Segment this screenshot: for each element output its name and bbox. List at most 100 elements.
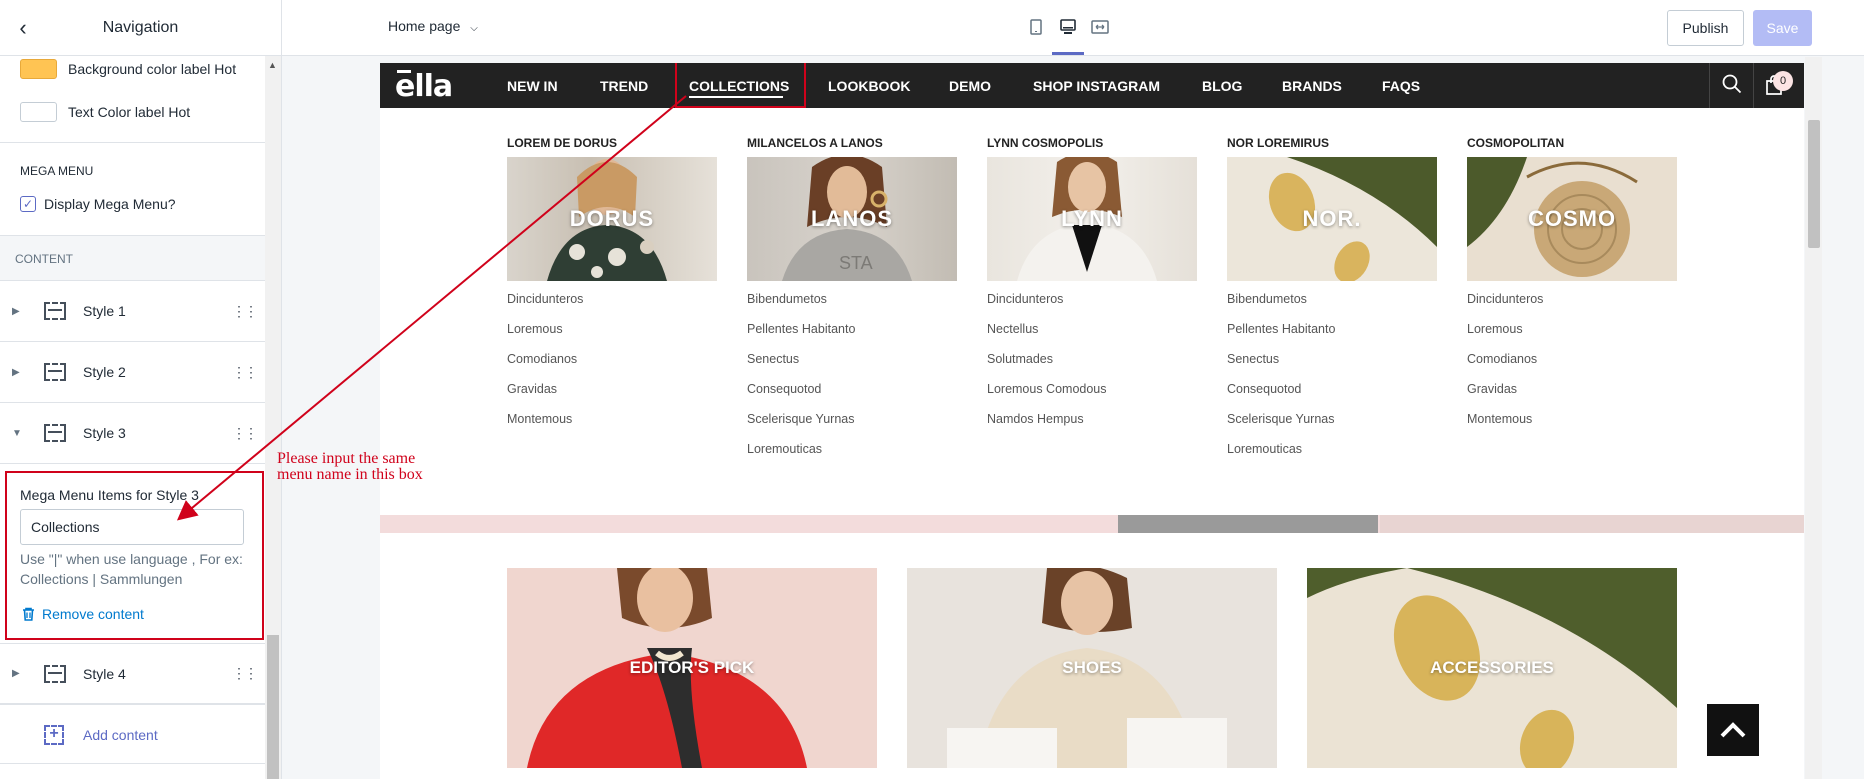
mega-column-title[interactable]: COSMOPOLITAN xyxy=(1467,136,1677,157)
theme-editor-sidebar: ‹ Navigation Background color label Hot … xyxy=(0,0,282,779)
mega-column-title[interactable]: NOR LOREMIRUS xyxy=(1227,136,1437,157)
mega-menu-link[interactable]: Montemous xyxy=(1467,412,1677,442)
mega-menu-link[interactable]: Comodianos xyxy=(1467,352,1677,382)
divider xyxy=(1753,63,1754,108)
checkbox-label: Display Mega Menu? xyxy=(44,196,176,212)
banner-label: EDITOR'S PICK xyxy=(629,658,755,677)
nav-item-shop-instagram[interactable]: SHOP INSTAGRAM xyxy=(1033,78,1160,94)
mega-menu-link[interactable]: Comodianos xyxy=(507,352,717,382)
content-item-style-1[interactable]: ▶ Style 1 ⋮⋮ xyxy=(0,281,265,342)
mega-column-image[interactable]: COSMO xyxy=(1467,157,1677,281)
banner-shoes[interactable]: SHOES xyxy=(907,568,1277,768)
banner-editors-pick[interactable]: EDITOR'S PICK xyxy=(507,568,877,768)
mega-column-title[interactable]: LOREM DE DORUS xyxy=(507,136,717,157)
mega-menu-link[interactable]: Senectus xyxy=(1227,352,1437,382)
highlight-box-settings xyxy=(5,471,264,640)
back-to-top-button[interactable] xyxy=(1707,704,1759,756)
scroll-up-icon[interactable]: ▲ xyxy=(268,60,277,70)
mega-column-image[interactable]: LYNN xyxy=(987,157,1197,281)
content-item-style-3[interactable]: ▼ Style 3 ⋮⋮ xyxy=(0,403,265,464)
mega-menu-link[interactable]: Montemous xyxy=(507,412,717,442)
mega-menu-link[interactable]: Consequotod xyxy=(747,382,957,412)
caret-down-icon[interactable]: ▼ xyxy=(12,428,22,439)
mega-menu-column: COSMOPOLITAN COSMO Dincidunteros Loremou… xyxy=(1467,136,1677,442)
mega-menu-link[interactable]: Pellentes Habitanto xyxy=(747,322,957,352)
add-content-button[interactable]: + Add content xyxy=(0,704,265,764)
sidebar-scroll-thumb[interactable] xyxy=(267,635,279,779)
nav-item-lookbook[interactable]: LOOKBOOK xyxy=(828,78,910,94)
color-swatch[interactable] xyxy=(20,102,57,122)
mega-menu-link[interactable]: Gravidas xyxy=(1467,382,1677,412)
mega-column-image[interactable]: NOR. xyxy=(1227,157,1437,281)
mega-column-image-label: LANOS xyxy=(811,206,893,231)
chevron-down-icon: ⌵ xyxy=(470,23,478,34)
caret-right-icon[interactable]: ▶ xyxy=(12,367,20,378)
nav-item-trend[interactable]: TREND xyxy=(600,78,648,94)
mega-menu-link[interactable]: Loremouticas xyxy=(747,442,957,472)
mega-menu-link[interactable]: Gravidas xyxy=(507,382,717,412)
content-heading: CONTENT xyxy=(15,252,73,266)
publish-button[interactable]: Publish xyxy=(1667,10,1744,46)
mega-menu-link[interactable]: Nectellus xyxy=(987,322,1197,352)
nav-item-demo[interactable]: DEMO xyxy=(949,78,991,94)
drag-handle-icon[interactable]: ⋮⋮ xyxy=(232,364,258,381)
cart-count-badge: 0 xyxy=(1773,71,1793,91)
back-arrow-icon[interactable]: ‹ xyxy=(12,15,34,40)
mega-menu-link[interactable]: Dincidunteros xyxy=(507,292,717,322)
mega-menu-link[interactable]: Loremous xyxy=(507,322,717,352)
banner-accessories[interactable]: ACCESSORIES xyxy=(1307,568,1677,768)
mega-menu-link[interactable]: Consequotod xyxy=(1227,382,1437,412)
mobile-icon[interactable] xyxy=(1026,16,1046,38)
nav-item-faqs[interactable]: FAQS xyxy=(1382,78,1420,94)
mega-menu-heading: MEGA MENU xyxy=(20,164,94,178)
hero-slideshow-edge xyxy=(1380,515,1804,533)
chevron-up-icon xyxy=(1720,722,1746,738)
annotation-note: Please input the same menu name in this … xyxy=(277,451,423,483)
search-icon[interactable] xyxy=(1722,74,1742,100)
mega-menu-link[interactable]: Bibendumetos xyxy=(747,292,957,322)
mega-menu-link[interactable]: Dincidunteros xyxy=(1467,292,1677,322)
content-item-label: Style 3 xyxy=(83,425,126,441)
nav-item-brands[interactable]: BRANDS xyxy=(1282,78,1342,94)
caret-right-icon[interactable]: ▶ xyxy=(12,668,20,679)
preview-scroll-thumb[interactable] xyxy=(1808,120,1820,248)
content-item-style-4[interactable]: ▶ Style 4 ⋮⋮ xyxy=(0,643,265,704)
nav-item-blog[interactable]: BLOG xyxy=(1202,78,1242,94)
desktop-icon[interactable] xyxy=(1058,16,1078,38)
color-setting-text-hot[interactable]: Text Color label Hot xyxy=(20,102,190,122)
active-device-indicator xyxy=(1052,52,1084,55)
color-setting-label: Background color label Hot xyxy=(68,61,237,77)
mega-column-image[interactable]: STA LANOS xyxy=(747,157,957,281)
mega-menu-link[interactable]: Loremous xyxy=(1467,322,1677,352)
drag-handle-icon[interactable]: ⋮⋮ xyxy=(232,425,258,442)
mega-menu-link[interactable]: Namdos Hempus xyxy=(987,412,1197,442)
mega-menu-link[interactable]: Pellentes Habitanto xyxy=(1227,322,1437,352)
mega-menu-link[interactable]: Loremous Comodous xyxy=(987,382,1197,412)
mega-column-title[interactable]: MILANCELOS A LANOS xyxy=(747,136,957,157)
checkmark-icon[interactable]: ✓ xyxy=(20,196,36,212)
drag-handle-icon[interactable]: ⋮⋮ xyxy=(232,665,258,682)
page-selector[interactable]: Home page ⌵ xyxy=(388,18,478,34)
drag-handle-icon[interactable]: ⋮⋮ xyxy=(232,303,258,320)
mega-menu-link[interactable]: Loremouticas xyxy=(1227,442,1437,472)
mega-menu-link[interactable]: Bibendumetos xyxy=(1227,292,1437,322)
color-swatch[interactable] xyxy=(20,59,57,79)
mega-column-image[interactable]: DORUS xyxy=(507,157,717,281)
mega-menu-link[interactable]: Dincidunteros xyxy=(987,292,1197,322)
caret-right-icon[interactable]: ▶ xyxy=(12,306,20,317)
mega-menu-link[interactable]: Solutmades xyxy=(987,352,1197,382)
display-mega-menu-checkbox[interactable]: ✓ Display Mega Menu? xyxy=(20,196,176,212)
fullwidth-icon[interactable] xyxy=(1090,16,1110,38)
nav-item-new-in[interactable]: NEW IN xyxy=(507,78,558,94)
add-icon: + xyxy=(44,725,64,745)
content-item-style-2[interactable]: ▶ Style 2 ⋮⋮ xyxy=(0,342,265,403)
save-button[interactable]: Save xyxy=(1753,10,1812,46)
mega-menu-link[interactable]: Senectus xyxy=(747,352,957,382)
mega-column-title[interactable]: LYNN COSMOPOLIS xyxy=(987,136,1197,157)
shop-logo[interactable]: ella xyxy=(395,69,453,104)
mega-menu-link[interactable]: Scelerisque Yurnas xyxy=(747,412,957,442)
mega-menu-link[interactable]: Scelerisque Yurnas xyxy=(1227,412,1437,442)
color-setting-bg-hot[interactable]: Background color label Hot xyxy=(20,59,236,79)
section-icon xyxy=(44,424,66,442)
mega-menu-column: NOR LOREMIRUS NOR. Bibendumetos Pellente… xyxy=(1227,136,1437,472)
